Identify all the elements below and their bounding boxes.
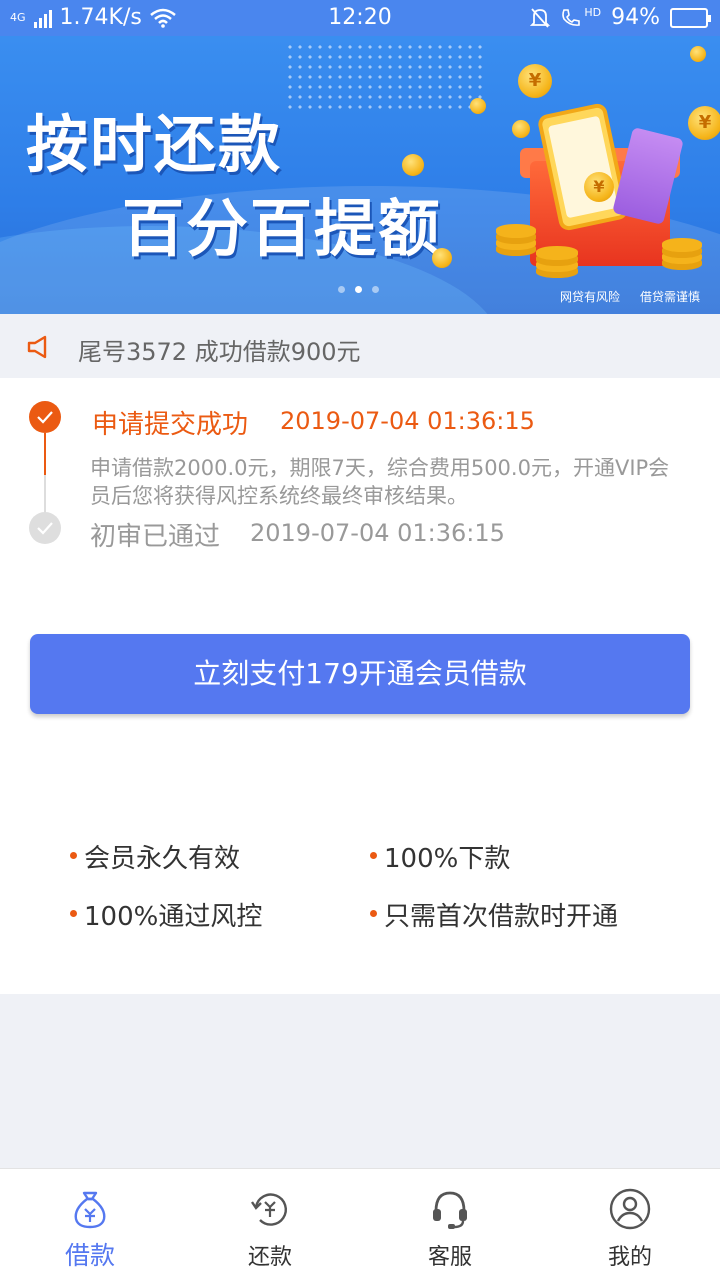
banner-headline: 按时还款 <box>26 108 283 181</box>
tab-label: 借款 <box>64 1241 115 1270</box>
feature-item: 100%下款 <box>369 838 510 875</box>
status-bar: 4G 1.74K/s 12:20 HD 94% <box>0 0 720 36</box>
coin-icon <box>690 46 706 62</box>
feature-item: 100%通过风控 <box>69 896 262 933</box>
status-right: HD 94% <box>530 5 711 30</box>
disclaimer-2: 借贷需谨慎 <box>639 290 700 304</box>
mute-bell-icon <box>530 7 551 28</box>
repay-icon <box>251 1193 287 1226</box>
tab-label: 我的 <box>607 1245 652 1270</box>
check-icon <box>29 401 61 433</box>
coin-icon <box>512 120 530 138</box>
promo-banner[interactable]: 按时还款 百分百提额 ¥ ¥ ¥ 网贷有风险 借贷需谨慎 <box>0 36 720 314</box>
disclaimer-1: 网贷有风险 <box>559 290 620 304</box>
battery-icon <box>670 7 711 28</box>
headset-icon <box>433 1191 467 1229</box>
hd-call-icon <box>562 8 581 26</box>
tab-loan[interactable]: 借款 <box>0 1169 180 1280</box>
notice-text: 尾号3572 成功借款900元 <box>78 338 361 366</box>
application-status-card: 申请提交成功 2019-07-04 01:36:15 申请借款2000.0元，期… <box>0 378 720 994</box>
bottom-tab-bar: 借款 还款 客服 我的 <box>0 1168 720 1280</box>
pager-dot-active[interactable] <box>355 286 362 293</box>
coin-icon: ¥ <box>688 106 720 140</box>
tab-mine[interactable]: 我的 <box>540 1169 720 1280</box>
feature-item: 只需首次借款时开通 <box>369 896 618 933</box>
timeline-line <box>44 433 46 475</box>
risk-disclaimer: 网贷有风险 借贷需谨慎 <box>560 288 700 305</box>
coin-stack <box>496 224 536 238</box>
pager-dot[interactable] <box>338 286 345 293</box>
step-title: 初审已通过 <box>90 522 221 552</box>
coin-icon: ¥ <box>518 64 552 98</box>
coin-stack <box>536 246 578 260</box>
notice-bar: 尾号3572 成功借款900元 <box>0 314 720 378</box>
step-time: 2019-07-04 01:36:15 <box>250 519 505 547</box>
pay-membership-button[interactable]: 立刻支付179开通会员借款 <box>30 634 690 714</box>
bank-card-illustration <box>612 127 684 225</box>
coin-icon <box>402 154 424 176</box>
coin-stack <box>662 238 702 252</box>
feature-item: 会员永久有效 <box>69 838 240 875</box>
user-icon <box>609 1188 651 1230</box>
coin-icon <box>470 98 486 114</box>
coin-icon <box>432 248 452 268</box>
banner-pager[interactable] <box>338 286 379 293</box>
tab-label: 还款 <box>247 1245 292 1270</box>
step-time: 2019-07-04 01:36:15 <box>280 407 535 435</box>
coin-icon: ¥ <box>584 172 614 202</box>
tab-label: 客服 <box>427 1245 472 1270</box>
timeline-line <box>44 475 46 513</box>
battery-percent: 94% <box>611 5 660 30</box>
pager-dot[interactable] <box>372 286 379 293</box>
check-icon <box>29 512 61 544</box>
tab-service[interactable]: 客服 <box>360 1169 540 1280</box>
speaker-icon <box>27 335 47 359</box>
step-description: 申请借款2000.0元，期限7天，综合费用500.0元，开通VIP会员后您将获得… <box>90 456 670 508</box>
banner-subheadline: 百分百提额 <box>122 192 443 265</box>
hd-label: HD <box>584 6 602 19</box>
tab-repay[interactable]: 还款 <box>180 1169 360 1280</box>
banner-dots-pattern <box>285 42 485 112</box>
step-title: 申请提交成功 <box>92 410 249 440</box>
money-bag-icon <box>74 1191 106 1229</box>
